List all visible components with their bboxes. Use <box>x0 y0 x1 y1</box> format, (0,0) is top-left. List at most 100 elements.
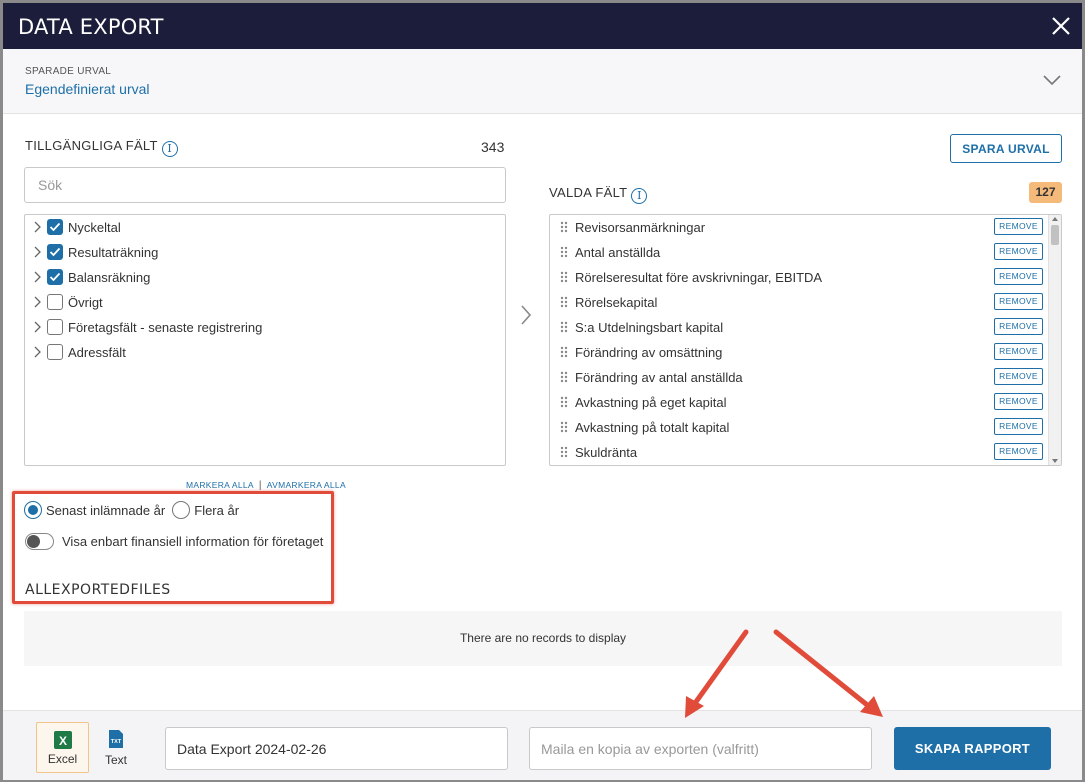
create-report-button[interactable]: SKAPA RAPPORT <box>894 727 1051 770</box>
drag-handle-icon[interactable] <box>560 421 568 433</box>
tree-item-ovrigt[interactable]: Övrigt <box>32 292 103 312</box>
checkbox[interactable] <box>47 219 63 235</box>
scroll-down-icon[interactable] <box>1052 459 1058 463</box>
list-item-label: Rörelseresultat före avskrivningar, EBIT… <box>575 270 823 285</box>
available-fields-count: 343 <box>481 139 505 155</box>
list-item[interactable]: Revisorsanmärkningar REMOVE <box>550 215 1048 240</box>
radio-latest-year-label: Senast inlämnade år <box>46 502 166 518</box>
chevron-right-icon[interactable] <box>32 296 42 308</box>
drag-handle-icon[interactable] <box>560 246 568 258</box>
list-item-label: Antal anställda <box>575 245 661 260</box>
list-item[interactable]: Rörelseresultat före avskrivningar, EBIT… <box>550 265 1048 290</box>
save-selection-button[interactable]: SPARA URVAL <box>950 134 1062 163</box>
check-icon <box>49 272 61 282</box>
drag-handle-icon[interactable] <box>560 446 568 458</box>
remove-button[interactable]: REMOVE <box>994 218 1043 235</box>
tree-item-label: Resultaträkning <box>68 244 159 260</box>
tree-item-balansrakning[interactable]: Balansräkning <box>32 267 150 287</box>
financial-toggle-row: Visa enbart finansiell information för f… <box>25 533 323 550</box>
excel-icon: X <box>54 731 72 749</box>
scroll-thumb[interactable] <box>1051 225 1059 245</box>
scroll-up-icon[interactable] <box>1052 217 1058 221</box>
modal-footer: X Excel TXT Text SKAPA RAPPORT <box>3 710 1082 780</box>
remove-button[interactable]: REMOVE <box>994 418 1043 435</box>
tree-item-label: Övrigt <box>68 294 103 310</box>
excel-icon-letter: X <box>59 734 67 748</box>
selected-fields-list: Revisorsanmärkningar REMOVE Antal anstäl… <box>549 214 1062 466</box>
financial-toggle-label: Visa enbart finansiell information för f… <box>62 534 324 549</box>
text-file-icon: TXT <box>109 730 123 748</box>
tree-item-nyckeltal[interactable]: Nyckeltal <box>32 217 121 237</box>
format-text-button[interactable]: TXT Text <box>91 722 141 773</box>
email-copy-input[interactable] <box>529 727 872 770</box>
saved-selection-value: Egendefinierat urval <box>25 81 150 97</box>
format-excel-label: Excel <box>47 752 78 766</box>
tree-item-foretagsfalt[interactable]: Företagsfält - senaste registrering <box>32 317 262 337</box>
checkbox[interactable] <box>47 344 63 360</box>
tree-item-resultatrakning[interactable]: Resultaträkning <box>32 242 158 262</box>
drag-handle-icon[interactable] <box>560 296 568 308</box>
checkbox[interactable] <box>47 294 63 310</box>
remove-button[interactable]: REMOVE <box>994 268 1043 285</box>
drag-handle-icon[interactable] <box>560 221 568 233</box>
format-excel-button[interactable]: X Excel <box>36 722 89 773</box>
tree-item-adressfalt[interactable]: Adressfält <box>32 342 126 362</box>
data-export-modal: DATA EXPORT SPARADE URVAL Egendefinierat… <box>3 3 1082 780</box>
drag-handle-icon[interactable] <box>560 396 568 408</box>
checkbox[interactable] <box>47 319 63 335</box>
chevron-right-icon[interactable] <box>32 271 42 283</box>
chevron-right-icon[interactable] <box>519 303 533 327</box>
list-item[interactable]: Skuldränta REMOVE <box>550 440 1048 465</box>
remove-button[interactable]: REMOVE <box>994 368 1043 385</box>
radio-multiple-years[interactable] <box>172 501 191 519</box>
financial-only-toggle[interactable] <box>25 533 54 550</box>
list-item[interactable]: Avkastning på eget kapital REMOVE <box>550 390 1048 415</box>
info-icon[interactable]: i <box>631 188 648 204</box>
list-item[interactable]: Förändring av omsättning REMOVE <box>550 340 1048 365</box>
remove-button[interactable]: REMOVE <box>994 343 1043 360</box>
export-name-input[interactable] <box>165 727 508 770</box>
selected-fields-title: VALDA FÄLT i <box>549 185 648 204</box>
selected-fields-label: VALDA FÄLT <box>549 185 628 200</box>
scrollbar[interactable] <box>1048 215 1061 465</box>
remove-button[interactable]: REMOVE <box>994 443 1043 460</box>
chevron-right-icon[interactable] <box>32 346 42 358</box>
modal-header: DATA EXPORT <box>3 3 1082 49</box>
all-exported-files-title: ALLEXPORTEDFILES <box>25 582 171 598</box>
list-item[interactable]: Avkastning på totalt kapital REMOVE <box>550 415 1048 440</box>
radio-latest-year[interactable] <box>24 501 42 519</box>
list-item-label: Avkastning på totalt kapital <box>575 420 730 435</box>
info-icon[interactable]: i <box>161 141 178 157</box>
check-icon <box>49 222 61 232</box>
list-item[interactable]: Antal anställda REMOVE <box>550 240 1048 265</box>
close-icon[interactable] <box>1048 13 1074 39</box>
checkbox[interactable] <box>47 244 63 260</box>
remove-button[interactable]: REMOVE <box>994 318 1043 335</box>
drag-handle-icon[interactable] <box>560 346 568 358</box>
selected-count-badge: 127 <box>1029 182 1062 203</box>
chevron-down-icon[interactable] <box>1042 73 1062 87</box>
modal-title: DATA EXPORT <box>18 15 164 39</box>
available-fields-label: TILLGÄNGLIGA FÄLT <box>25 138 158 153</box>
checkbox[interactable] <box>47 269 63 285</box>
list-item[interactable]: S:a Utdelningsbart kapital REMOVE <box>550 315 1048 340</box>
drag-handle-icon[interactable] <box>560 271 568 283</box>
list-item[interactable]: Förändring av antal anställda REMOVE <box>550 365 1048 390</box>
search-input[interactable] <box>24 167 506 203</box>
available-fields-tree: Nyckeltal Resultaträkning Balansräkning … <box>24 214 506 466</box>
saved-selection-dropdown[interactable]: SPARADE URVAL Egendefinierat urval <box>3 49 1082 114</box>
list-item[interactable]: Rörelsekapital REMOVE <box>550 290 1048 315</box>
drag-handle-icon[interactable] <box>560 321 568 333</box>
chevron-right-icon[interactable] <box>32 246 42 258</box>
radio-multiple-years-label: Flera år <box>194 502 240 518</box>
select-all-link[interactable]: MARKERA ALLA <box>186 480 254 490</box>
chevron-right-icon[interactable] <box>32 321 42 333</box>
drag-handle-icon[interactable] <box>560 371 568 383</box>
list-item-label: Förändring av antal anställda <box>575 370 743 385</box>
remove-button[interactable]: REMOVE <box>994 293 1043 310</box>
mark-links: MARKERA ALLA | AVMARKERA ALLA <box>186 480 346 491</box>
remove-button[interactable]: REMOVE <box>994 393 1043 410</box>
chevron-right-icon[interactable] <box>32 221 42 233</box>
deselect-all-link[interactable]: AVMARKERA ALLA <box>267 480 346 490</box>
remove-button[interactable]: REMOVE <box>994 243 1043 260</box>
